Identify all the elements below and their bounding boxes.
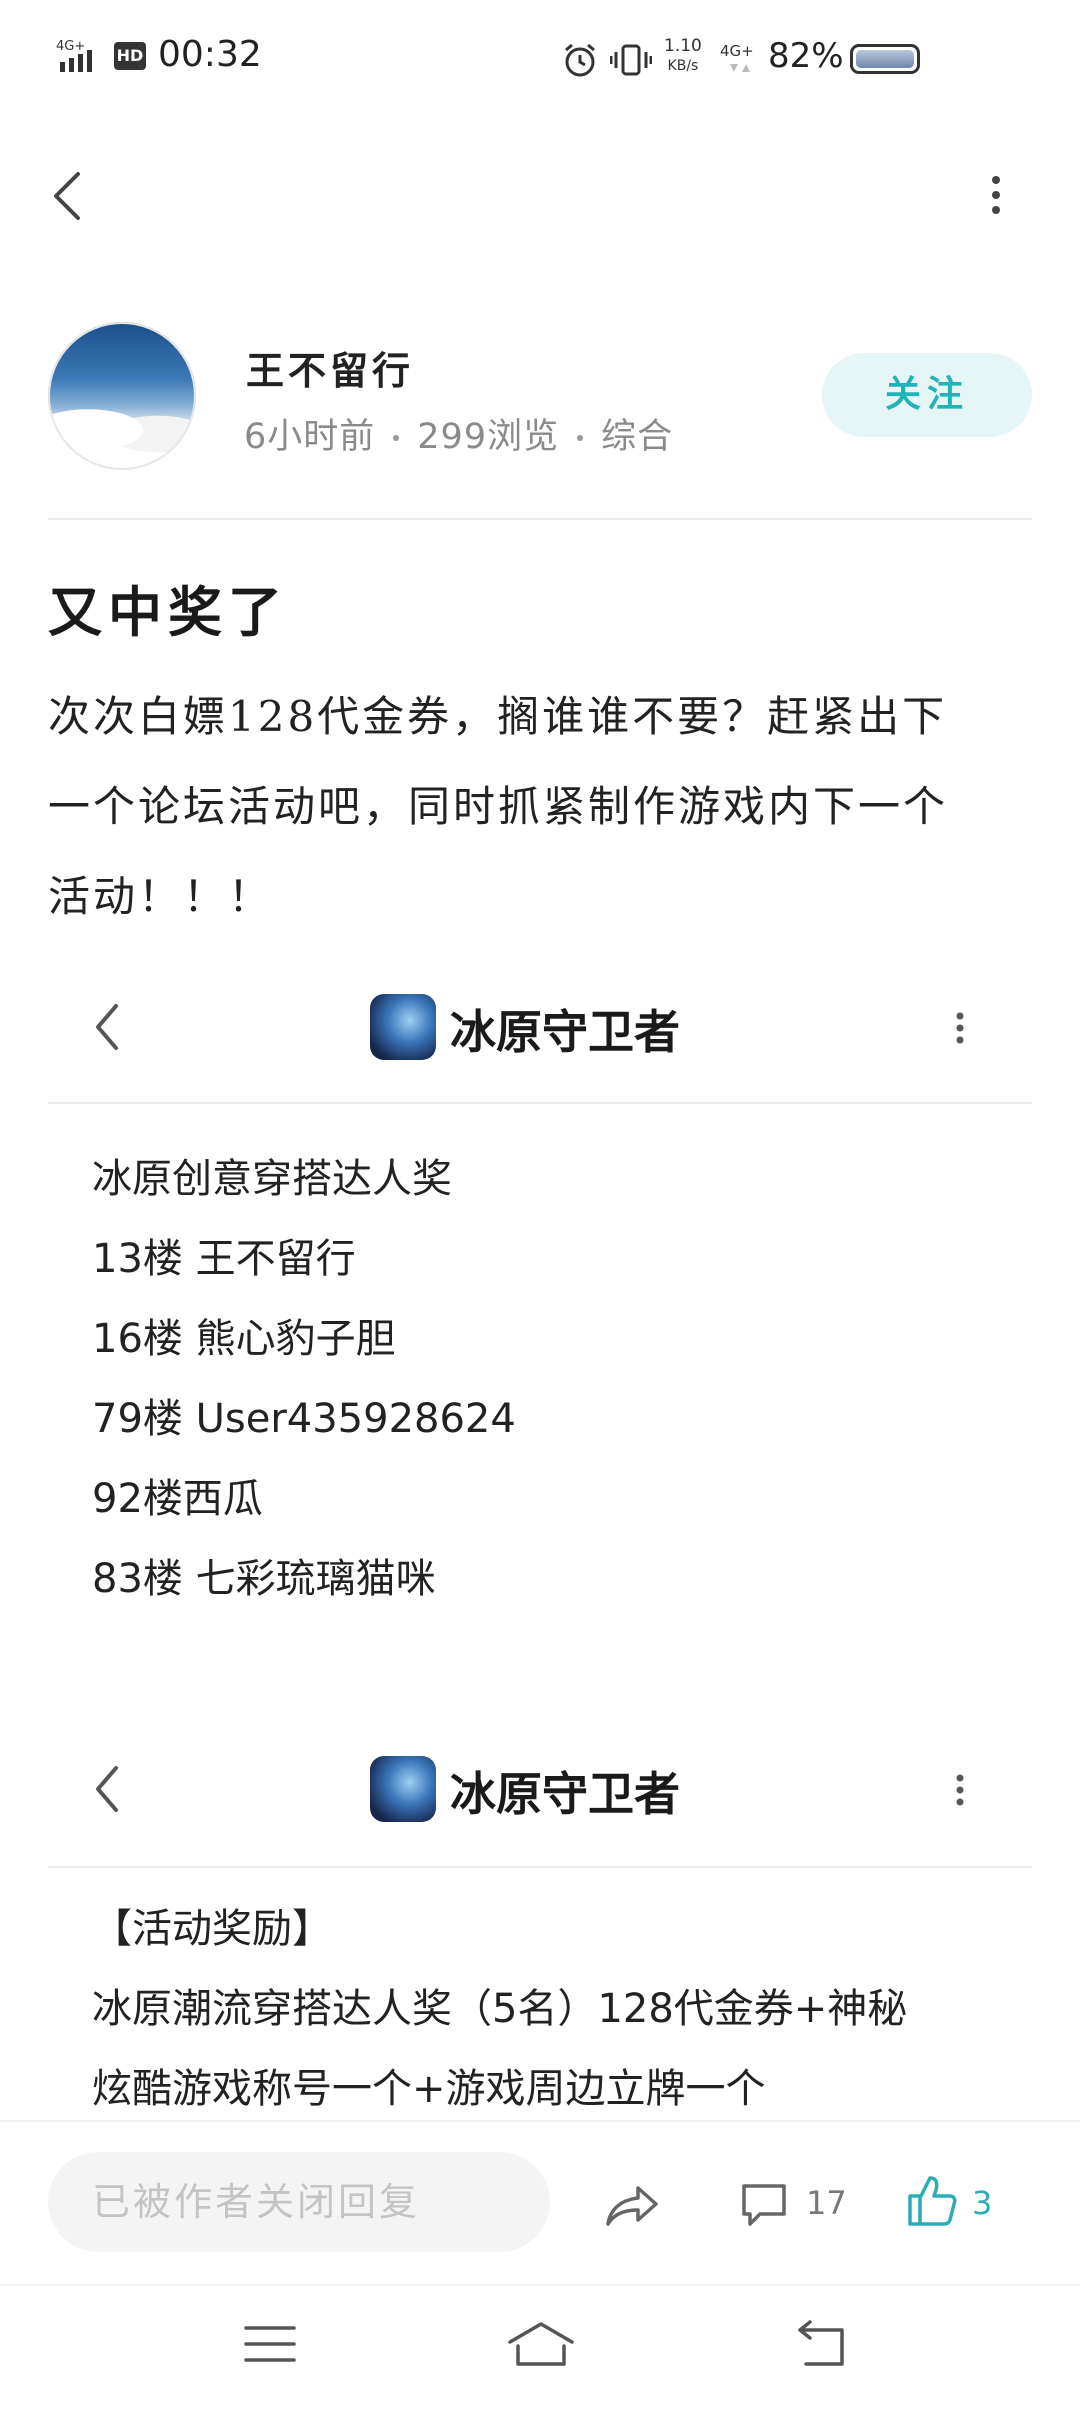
separator-dot — [577, 435, 584, 441]
embedded-back-icon — [96, 1766, 118, 1812]
list-item: 83楼 七彩琉璃猫咪 — [92, 1556, 436, 1602]
post-views: 299浏览 — [417, 417, 560, 457]
alarm-icon — [565, 43, 595, 77]
reply-input[interactable]: 已被作者关闭回复 — [48, 2152, 550, 2252]
embedded-divider — [48, 1866, 1032, 1868]
embedded-more-icon — [956, 1774, 964, 1806]
author-avatar[interactable] — [48, 322, 196, 470]
vibrate-icon — [610, 44, 652, 76]
svg-text:4G+: 4G+ — [720, 42, 754, 60]
embedded-more-icon — [956, 1012, 964, 1044]
post-body-line: 一个论坛活动吧，同时抓紧制作游戏内下一个 — [48, 782, 949, 831]
battery-percent: 82% — [768, 36, 844, 76]
battery-icon — [850, 44, 920, 74]
game-logo-icon — [370, 1756, 436, 1822]
post-title: 又中奖了 — [48, 580, 288, 644]
share-icon[interactable] — [604, 2182, 660, 2228]
hd-badge: HD — [114, 42, 146, 70]
separator-dot — [393, 435, 400, 441]
embedded-divider — [48, 1102, 1032, 1104]
svg-text:4G+: 4G+ — [56, 39, 85, 54]
signal-icon: 4G+ — [56, 39, 92, 72]
status-bar: 4G+ HD 00:32 1.10 KB/s 4G+ 82% — [0, 0, 1080, 120]
divider — [48, 518, 1032, 520]
post-meta: 6小时前 299浏览 综合 — [244, 408, 673, 459]
menu-icon[interactable] — [244, 2322, 296, 2366]
list-item: 92楼西瓜 — [92, 1476, 263, 1522]
list-item: 79楼 User435928624 — [92, 1396, 516, 1442]
post-body-line: 次次白嫖128代金券，搁谁谁不要？赶紧出下 — [48, 692, 948, 741]
embedded-back-icon — [96, 1004, 118, 1050]
system-navigation-bar — [0, 2284, 1080, 2410]
embedded-app-title: 冰原守卫者 — [450, 1767, 680, 1821]
list-item: 13楼 王不留行 — [92, 1236, 356, 1282]
back-nav-icon[interactable] — [796, 2320, 850, 2368]
mobile-data-icon: 4G+ — [720, 42, 754, 72]
list-item: 16楼 熊心豹子胆 — [92, 1316, 396, 1362]
comment-icon[interactable] — [738, 2180, 790, 2230]
game-logo-icon — [370, 994, 436, 1060]
clock-time: 00:32 — [158, 34, 262, 75]
post-category: 综合 — [601, 417, 674, 457]
home-icon[interactable] — [506, 2320, 576, 2368]
post-time: 6小时前 — [244, 417, 376, 457]
back-icon[interactable] — [48, 168, 88, 224]
embedded-app-title: 冰原守卫者 — [450, 1005, 680, 1059]
comment-count: 17 — [806, 2184, 847, 2222]
like-count: 3 — [972, 2184, 993, 2222]
thumbs-up-icon[interactable] — [906, 2172, 958, 2228]
more-options-icon[interactable] — [986, 170, 1006, 220]
follow-button[interactable]: 关注 — [822, 353, 1032, 437]
list-item: 冰原创意穿搭达人奖 — [92, 1156, 452, 1202]
post-body: 次次白嫖128代金券，搁谁谁不要？赶紧出下 一个论坛活动吧，同时抓紧制作游戏内下… — [48, 672, 1038, 942]
list-item: 冰原潮流穿搭达人奖（5名）128代金券+神秘 — [92, 1986, 908, 2032]
network-speed: 1.10 KB/s — [664, 36, 702, 74]
post-body-line: 活动！！！ — [48, 872, 274, 921]
list-item: 【活动奖励】 — [92, 1906, 332, 1952]
author-name[interactable]: 王不留行 — [246, 340, 414, 395]
list-item: 炫酷游戏称号一个+游戏周边立牌一个 — [92, 2066, 766, 2112]
